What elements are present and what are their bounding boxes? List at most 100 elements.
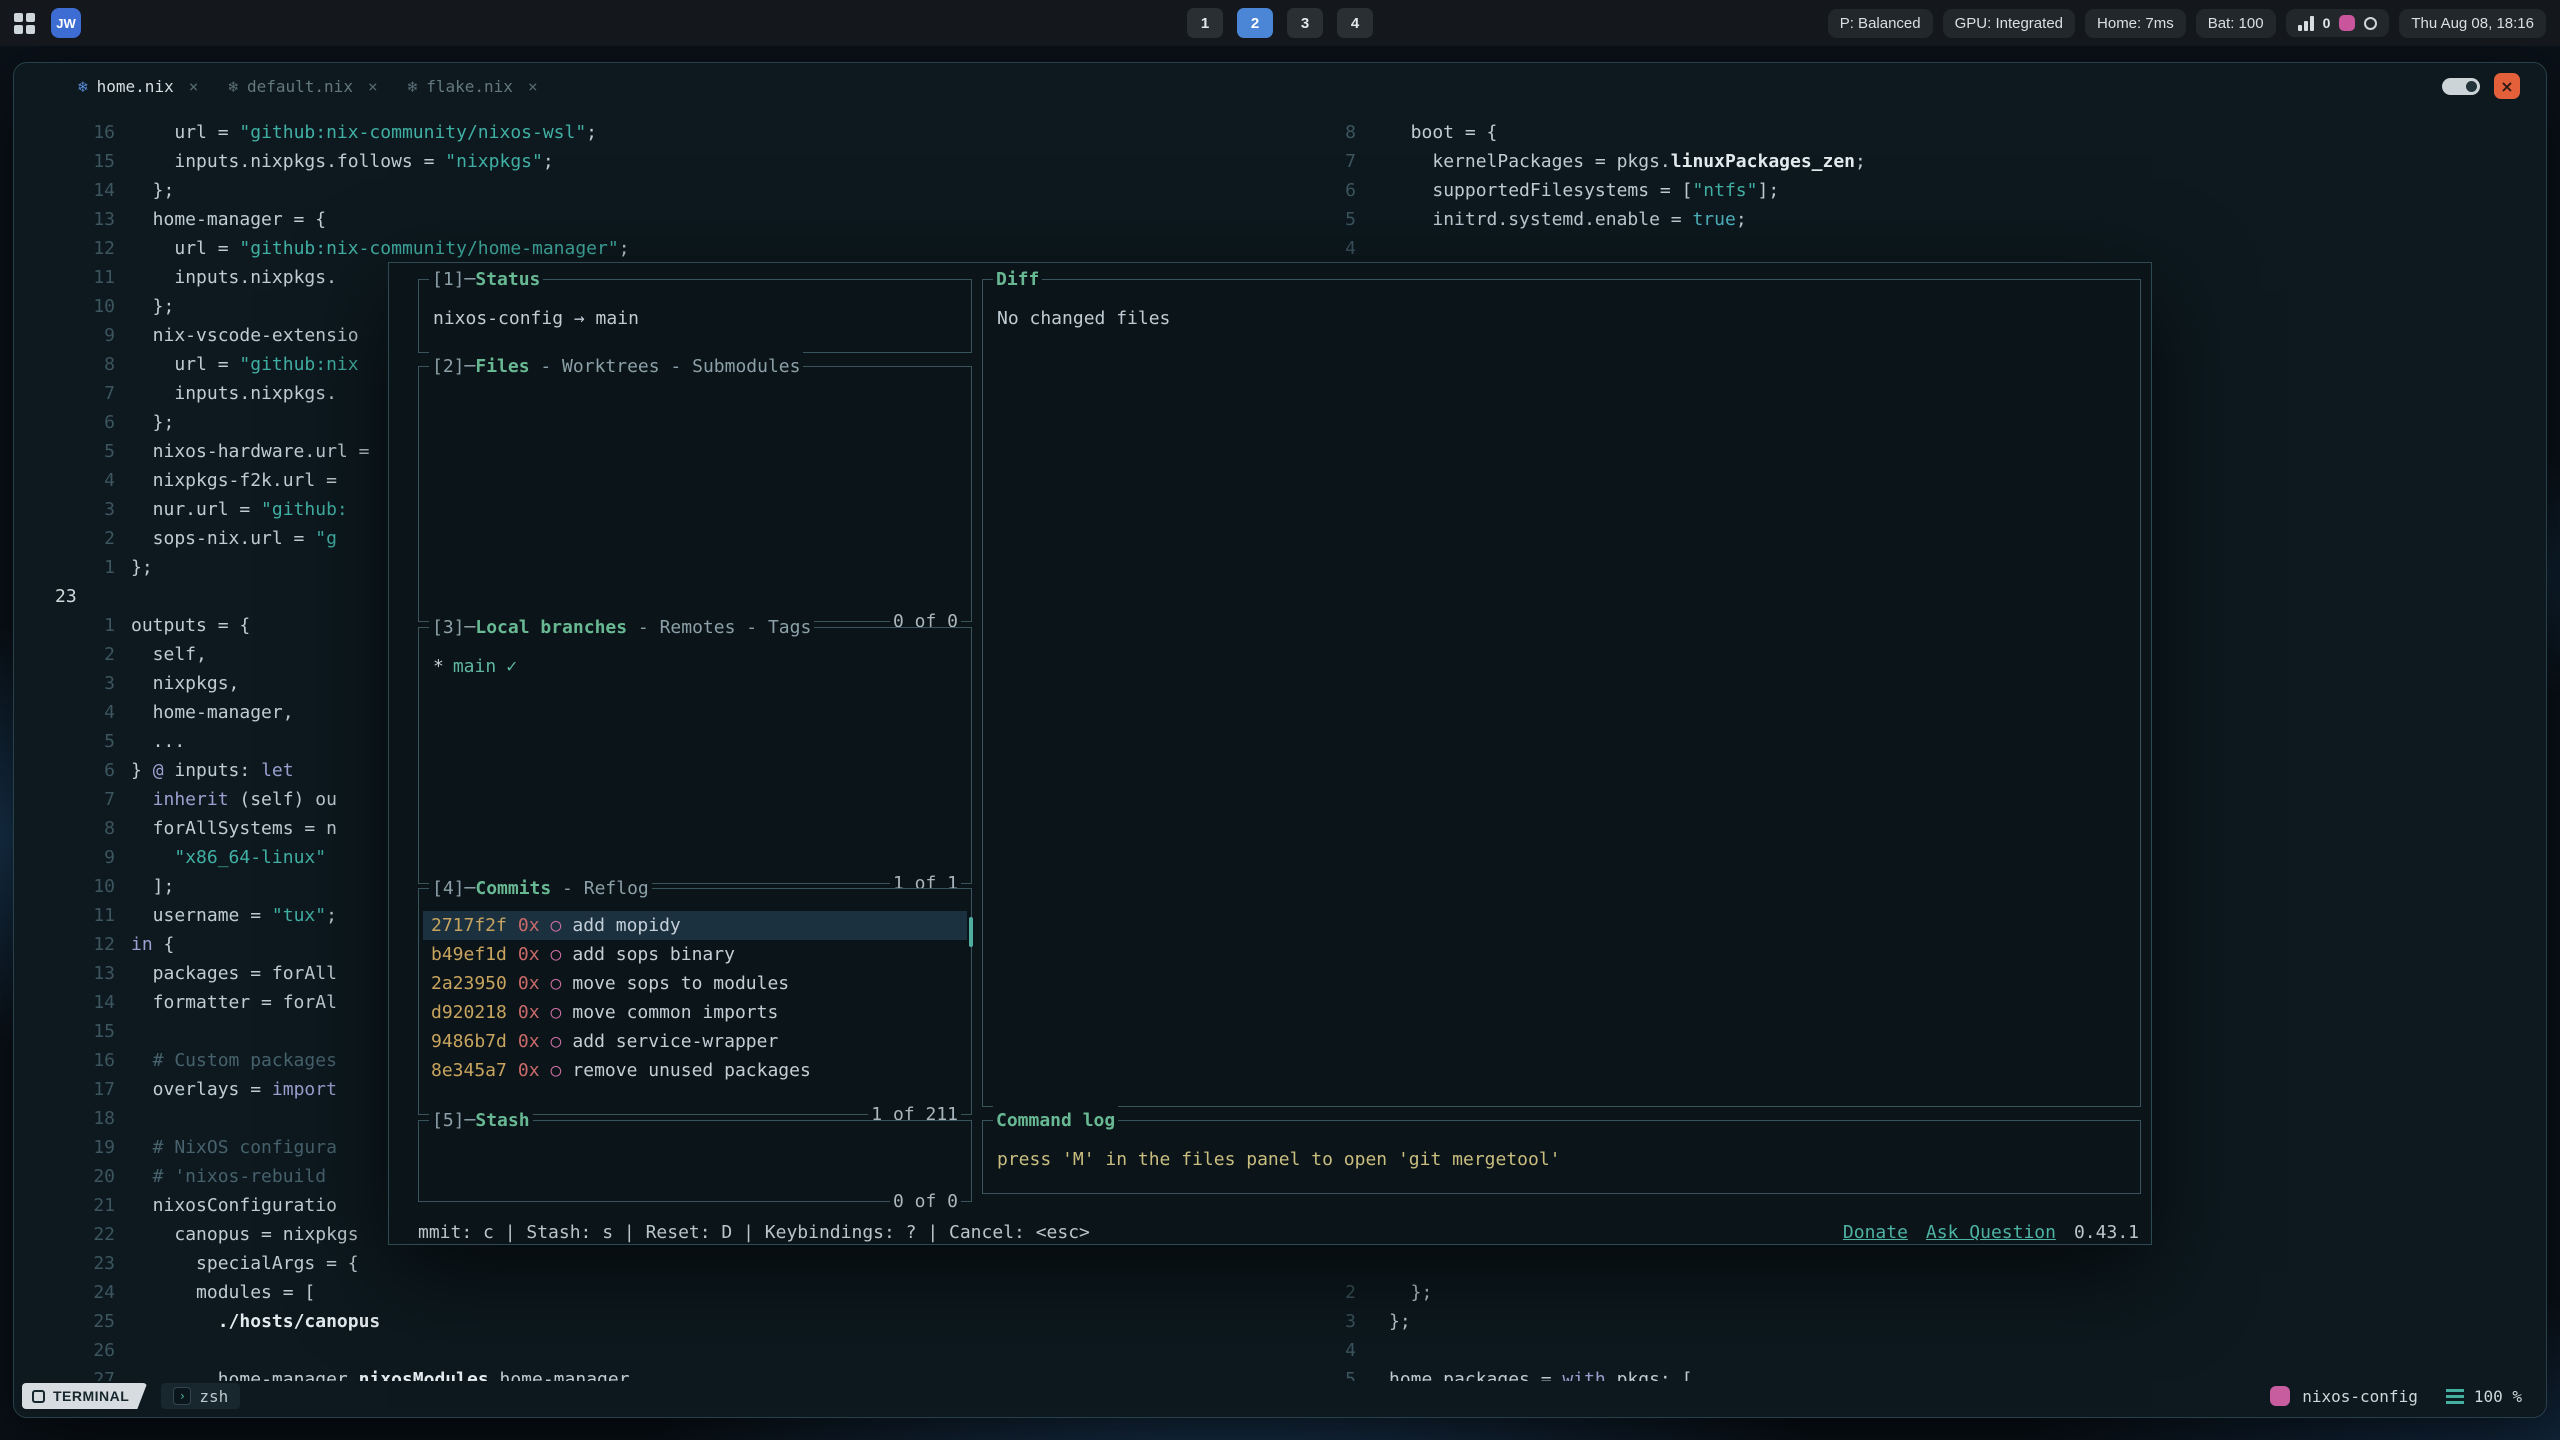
window-pill-toggle[interactable] [2442,78,2480,95]
tab-flake.nix[interactable]: ❄flake.nix× [408,77,538,96]
status-segment-2[interactable]: Home: 7ms [2085,9,2186,38]
ask-question-link[interactable]: Ask Question [1926,1218,2056,1247]
code-text: home.packages = with pkgs; [ [1389,1365,1692,1381]
code-line[interactable]: 12url = "github:nix-community/home-manag… [14,234,630,263]
line-number: 17 [14,1075,115,1104]
tab-label: default.nix [247,77,353,96]
code-text: inherit (self) ou [131,785,337,814]
code-line[interactable]: 7kernelPackages = pkgs.linuxPackages_zen… [1314,147,1866,176]
line-number: 13 [14,205,115,234]
code-text: in { [131,930,174,959]
shell-tab[interactable]: › zsh [161,1383,240,1409]
code-text: outputs = { [131,611,250,640]
code-text: }; [131,408,174,437]
commit-author-mark: 0x [518,911,540,940]
code-text: nixpkgs, [131,669,239,698]
line-number: 7 [14,785,115,814]
workspace-4[interactable]: 4 [1337,8,1373,38]
window-close-button[interactable]: × [2494,73,2520,99]
commit-author-mark: 0x [518,1056,540,1085]
graph-node-icon: ○ [551,1056,562,1085]
commit-message: add service-wrapper [572,1027,778,1056]
commit-row[interactable]: 8e345a70x○remove unused packages [423,1056,967,1085]
command-log-hint: press 'M' in the files panel to open 'gi… [997,1145,2126,1174]
close-icon[interactable]: × [368,77,378,96]
code-line[interactable]: 24modules = [ [14,1278,630,1307]
commit-author-mark: 0x [518,1027,540,1056]
tab-label: home.nix [97,77,174,96]
workspace-2[interactable]: 2 [1237,8,1273,38]
commit-message: remove unused packages [572,1056,810,1085]
code-line[interactable]: 26 [14,1336,630,1365]
workspace-1[interactable]: 1 [1187,8,1223,38]
lazygit-branches-panel[interactable]: [3]─Local branches - Remotes - Tags *mai… [418,627,972,884]
code-line[interactable]: 5home.packages = with pkgs; [ [1314,1365,1692,1381]
commit-hash: b49ef1d [431,940,507,969]
system-tray[interactable]: 0 [2286,9,2390,37]
status-segment-1[interactable]: GPU: Integrated [1943,9,2075,38]
line-number: 4 [14,698,115,727]
code-line[interactable]: 8boot = { [1314,118,1866,147]
commit-message: add mopidy [572,911,680,940]
panel-title: Diff [993,265,1042,294]
scrollbar[interactable] [969,917,973,947]
line-number: 6 [14,756,115,785]
status-segment-3[interactable]: Bat: 100 [2196,9,2276,38]
code-line[interactable]: 2}; [1314,1278,1692,1307]
commit-row[interactable]: 2717f2f0x○add mopidy [423,911,967,940]
code-text: # Custom packages [131,1046,337,1075]
code-line[interactable]: 4 [1314,234,1866,263]
code-line[interactable]: 15inputs.nixpkgs.follows = "nixpkgs"; [14,147,630,176]
code-line[interactable]: 23specialArgs = { [14,1249,630,1278]
apps-grid-icon[interactable] [14,13,35,34]
code-line[interactable]: 27home-manager.nixosModules.home-manager [14,1365,630,1381]
commit-author-mark: 0x [518,940,540,969]
topbar-status-items: P: Balanced GPU: Integrated Home: 7ms Bat: … [1828,9,2276,38]
close-icon[interactable]: × [528,77,538,96]
commit-hash: 9486b7d [431,1027,507,1056]
code-line[interactable]: 16url = "github:nix-community/nixos-wsl"… [14,118,630,147]
lazygit-diff-panel[interactable]: Diff No changed files [982,279,2141,1107]
line-number: 19 [14,1133,115,1162]
code-line[interactable]: 13home-manager = { [14,205,630,234]
close-icon[interactable]: × [189,77,199,96]
status-segment-0[interactable]: P: Balanced [1828,9,1933,38]
code-text: sops-nix.url = "g [131,524,337,553]
commit-row[interactable]: 9486b7d 0x ○ add service-wrapper [423,1027,967,1056]
logo-badge[interactable]: JW [51,8,81,38]
tabbar-tabs: ❄home.nix×❄default.nix×❄flake.nix× [78,77,538,96]
branch-row[interactable]: *main✓ [433,652,957,681]
graph-node-icon: ○ [551,1027,562,1056]
donate-link[interactable]: Donate [1843,1218,1908,1247]
code-text: url = "github:nix-community/nixos-wsl"; [131,118,597,147]
workspace-3[interactable]: 3 [1287,8,1323,38]
tab-home.nix[interactable]: ❄home.nix× [78,77,198,96]
code-line[interactable]: 4 [1314,1336,1692,1365]
code-text: # 'nixos-rebuild [131,1162,326,1191]
code-line[interactable]: 5initrd.systemd.enable = true; [1314,205,1866,234]
code-line[interactable]: 6supportedFilesystems = ["ntfs"]; [1314,176,1866,205]
code-line[interactable]: 25./hosts/canopus [14,1307,630,1336]
commit-row[interactable]: 2a239500x○move sops to modules [423,969,967,998]
commit-row[interactable]: b49ef1d0x○add sops binary [423,940,967,969]
clock[interactable]: Thu Aug 08, 18:16 [2399,9,2546,38]
panel-title: [5]─Stash [429,1106,533,1135]
code-text: overlays = import [131,1075,337,1104]
tab-default.nix[interactable]: ❄default.nix× [228,77,377,96]
line-number: 6 [1314,176,1356,205]
code-line[interactable]: 3}; [1314,1307,1692,1336]
line-number: 15 [14,147,115,176]
tab-label: flake.nix [426,77,513,96]
lazygit-status-panel[interactable]: [1]─Status nixos-config → main [418,279,972,353]
commit-row[interactable]: d9202180x○move common imports [423,998,967,1027]
lazygit-command-log-panel[interactable]: Command log press 'M' in the files panel… [982,1120,2141,1194]
editor-pane-right-top[interactable]: 8boot = {7kernelPackages = pkgs.linuxPac… [1314,118,1866,263]
lazygit-stash-panel[interactable]: [5]─Stash 0 of 0 [418,1120,972,1202]
code-text: }; [131,176,174,205]
lazygit-commits-panel[interactable]: [4]─Commits - Reflog 2717f2f0x○add mopid… [418,888,972,1115]
line-number: 7 [1314,147,1356,176]
commit-message: add sops binary [572,940,735,969]
code-line[interactable]: 14}; [14,176,630,205]
lazygit-files-panel[interactable]: [2]─Files - Worktrees - Submodules 0 of … [418,366,972,622]
editor-pane-right-bottom[interactable]: 2};3};45home.packages = with pkgs; [ [1314,1278,1692,1381]
